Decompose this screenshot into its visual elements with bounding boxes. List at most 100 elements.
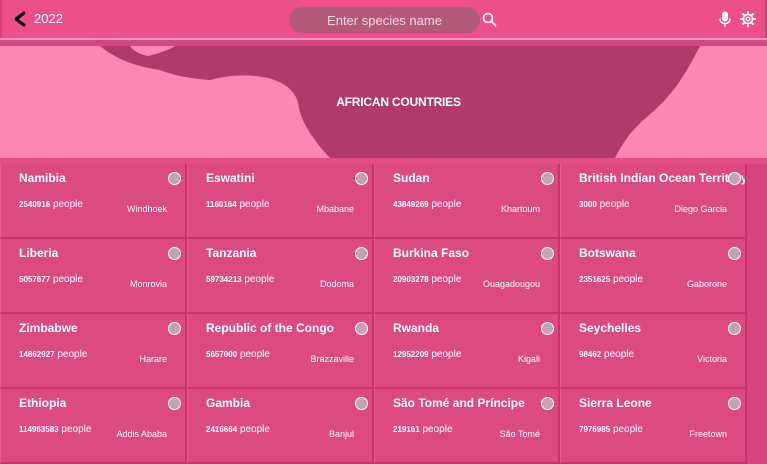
population-value: 2416664: [206, 425, 238, 434]
capital-name: Freetown: [689, 429, 727, 439]
country-card[interactable]: Seychelles 98462 people Victoria: [560, 314, 747, 389]
population-unit: people: [422, 424, 453, 435]
country-card[interactable]: Ethiopia 114963583 people Addis Ababa: [0, 389, 187, 464]
population-label: 219161 people: [393, 424, 453, 435]
population-label: 114963583 people: [19, 424, 91, 435]
country-card[interactable]: Burkina Faso 20903278 people Ouagadougou: [374, 239, 560, 314]
population-label: 7976985 people: [579, 424, 643, 435]
search-icon[interactable]: [482, 12, 497, 27]
capital-name: Kigali: [517, 354, 540, 364]
country-card[interactable]: Sudan 43849269 people Khartoum: [374, 164, 560, 239]
capital-name: Addis Ababa: [116, 429, 167, 439]
population-value: 2351625: [579, 275, 611, 284]
country-name: Seychelles: [579, 321, 642, 335]
capital-name: Khartoum: [500, 204, 540, 214]
capital-name: Brazzaville: [310, 354, 354, 364]
population-value: 20903278: [393, 275, 429, 284]
population-label: 98462 people: [579, 349, 634, 360]
year-label: 2022: [34, 11, 63, 26]
country-card[interactable]: Sierra Leone 7976985 people Freetown: [560, 389, 747, 464]
country-grid: Namibia 2540916 people Windhoek Eswatini 116…: [0, 164, 767, 464]
country-card[interactable]: British Indian Ocean Territory 3000 peopl…: [560, 164, 747, 239]
select-radio-icon[interactable]: [168, 322, 181, 335]
select-radio-icon[interactable]: [168, 247, 181, 260]
search-input[interactable]: [289, 7, 480, 33]
population-value: 14862927: [19, 350, 55, 359]
population-value: 59734213: [206, 275, 242, 284]
country-card[interactable]: Eswatini 1160164 people Mbabane: [187, 164, 374, 239]
country-card[interactable]: Liberia 5057677 people Monrovia: [0, 239, 187, 314]
capital-name: Gaborone: [686, 279, 727, 289]
capital-name: Dodoma: [319, 279, 354, 289]
top-bar: 2022: [0, 0, 767, 38]
country-card[interactable]: São Tomé and Príncipe 219161 people São To…: [374, 389, 560, 464]
country-card[interactable]: Tanzania 59734213 people Dodoma: [187, 239, 374, 314]
capital-name: Diego Garcia: [674, 204, 727, 214]
population-value: 3000: [579, 200, 597, 209]
population-unit: people: [604, 349, 635, 360]
search-field[interactable]: [289, 7, 480, 33]
select-radio-icon[interactable]: [541, 247, 554, 260]
select-radio-icon[interactable]: [541, 322, 554, 335]
select-radio-icon[interactable]: [355, 247, 368, 260]
country-name: Liberia: [19, 246, 59, 260]
population-unit: people: [612, 424, 643, 435]
population-label: 2351625 people: [579, 274, 643, 285]
population-label: 2416664 people: [206, 424, 270, 435]
country-name: Tanzania: [206, 246, 257, 260]
population-label: 3000 people: [579, 199, 630, 210]
country-card[interactable]: Gambia 2416664 people Banjul: [187, 389, 374, 464]
population-label: 1160164 people: [206, 199, 270, 210]
population-unit: people: [431, 274, 462, 285]
country-card[interactable]: Zimbabwe 14862927 people Harare: [0, 314, 187, 389]
capital-name: Windhoek: [126, 204, 167, 214]
country-name: Botswana: [579, 246, 636, 260]
banner: AFRICAN COUNTRIES: [0, 46, 767, 158]
capital-name: Victoria: [697, 354, 727, 364]
capital-name: Banjul: [328, 429, 354, 439]
select-radio-icon[interactable]: [728, 397, 741, 410]
population-value: 114963583: [19, 425, 59, 434]
country-name: Rwanda: [393, 321, 440, 335]
population-unit: people: [239, 199, 270, 210]
capital-name: Harare: [139, 354, 167, 364]
country-card[interactable]: Namibia 2540916 people Windhoek: [0, 164, 187, 239]
country-name: Gambia: [206, 396, 251, 410]
population-unit: people: [52, 274, 83, 285]
select-radio-icon[interactable]: [355, 322, 368, 335]
country-name: Republic of the Congo: [206, 321, 334, 335]
population-value: 7976985: [579, 425, 611, 434]
population-label: 2540916 people: [19, 199, 83, 210]
back-arrow-icon[interactable]: [12, 10, 28, 28]
capital-name: São Tomé: [499, 429, 540, 439]
select-radio-icon[interactable]: [728, 247, 741, 260]
gear-icon[interactable]: [740, 11, 756, 27]
population-label: 12952209 people: [393, 349, 461, 360]
capital-name: Ouagadougou: [482, 279, 540, 289]
microphone-icon[interactable]: [719, 11, 731, 28]
population-unit: people: [244, 274, 275, 285]
select-radio-icon[interactable]: [728, 322, 741, 335]
population-value: 43849269: [393, 200, 429, 209]
population-label: 5057677 people: [19, 274, 83, 285]
country-name: Sudan: [393, 171, 430, 185]
population-unit: people: [52, 199, 83, 210]
population-value: 2540916: [19, 200, 51, 209]
select-radio-icon[interactable]: [355, 172, 368, 185]
select-radio-icon[interactable]: [168, 172, 181, 185]
population-label: 59734213 people: [206, 274, 274, 285]
select-radio-icon[interactable]: [355, 397, 368, 410]
country-card[interactable]: Botswana 2351625 people Gaborone: [560, 239, 747, 314]
country-name: Burkina Faso: [393, 246, 470, 260]
population-value: 5657000: [206, 350, 238, 359]
country-card[interactable]: Rwanda 12952209 people Kigali: [374, 314, 560, 389]
population-value: 5057677: [19, 275, 51, 284]
country-card[interactable]: Republic of the Congo 5657000 people Brazz…: [187, 314, 374, 389]
select-radio-icon[interactable]: [728, 172, 741, 185]
top-bar-divider: [0, 38, 767, 40]
select-radio-icon[interactable]: [168, 397, 181, 410]
select-radio-icon[interactable]: [541, 397, 554, 410]
select-radio-icon[interactable]: [541, 172, 554, 185]
population-value: 12952209: [393, 350, 429, 359]
population-label: 5657000 people: [206, 349, 270, 360]
